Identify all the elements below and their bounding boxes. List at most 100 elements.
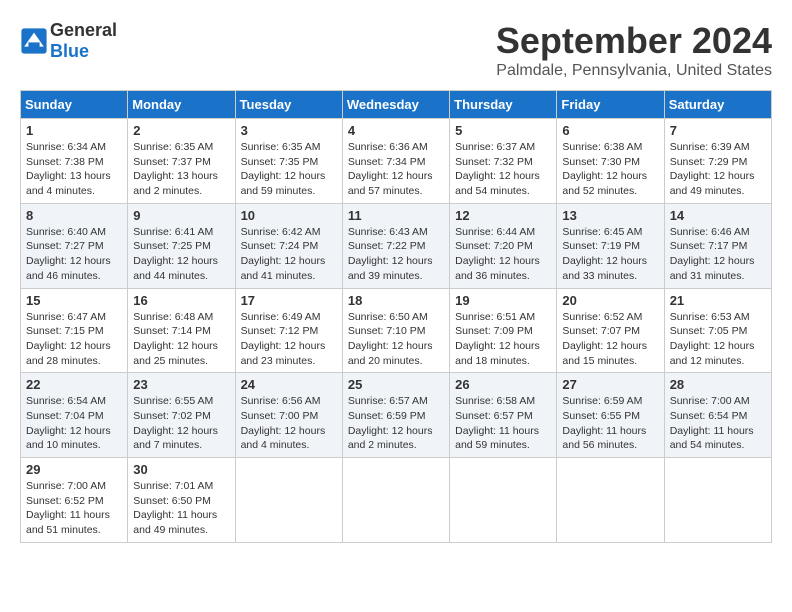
calendar-cell: 3 Sunrise: 6:35 AM Sunset: 7:35 PM Dayli… xyxy=(235,119,342,204)
day-number: 17 xyxy=(241,293,337,308)
weekday-header-thursday: Thursday xyxy=(450,91,557,119)
day-info: Sunrise: 6:39 AM Sunset: 7:29 PM Dayligh… xyxy=(670,140,766,199)
calendar-cell: 11 Sunrise: 6:43 AM Sunset: 7:22 PM Dayl… xyxy=(342,203,449,288)
day-info: Sunrise: 6:37 AM Sunset: 7:32 PM Dayligh… xyxy=(455,140,551,199)
calendar-cell xyxy=(450,458,557,543)
day-info: Sunrise: 6:48 AM Sunset: 7:14 PM Dayligh… xyxy=(133,310,229,369)
day-number: 25 xyxy=(348,377,444,392)
day-info: Sunrise: 6:55 AM Sunset: 7:02 PM Dayligh… xyxy=(133,394,229,453)
day-info: Sunrise: 6:35 AM Sunset: 7:37 PM Dayligh… xyxy=(133,140,229,199)
calendar-week-1: 1 Sunrise: 6:34 AM Sunset: 7:38 PM Dayli… xyxy=(21,119,772,204)
day-number: 3 xyxy=(241,123,337,138)
calendar-cell: 21 Sunrise: 6:53 AM Sunset: 7:05 PM Dayl… xyxy=(664,288,771,373)
day-info: Sunrise: 6:46 AM Sunset: 7:17 PM Dayligh… xyxy=(670,225,766,284)
calendar-cell xyxy=(557,458,664,543)
day-number: 24 xyxy=(241,377,337,392)
day-info: Sunrise: 6:57 AM Sunset: 6:59 PM Dayligh… xyxy=(348,394,444,453)
day-number: 1 xyxy=(26,123,122,138)
logo-icon xyxy=(20,27,48,55)
location-subtitle: Palmdale, Pennsylvania, United States xyxy=(496,62,772,80)
day-info: Sunrise: 6:42 AM Sunset: 7:24 PM Dayligh… xyxy=(241,225,337,284)
day-info: Sunrise: 6:40 AM Sunset: 7:27 PM Dayligh… xyxy=(26,225,122,284)
day-number: 7 xyxy=(670,123,766,138)
day-info: Sunrise: 6:41 AM Sunset: 7:25 PM Dayligh… xyxy=(133,225,229,284)
day-number: 2 xyxy=(133,123,229,138)
calendar-cell: 5 Sunrise: 6:37 AM Sunset: 7:32 PM Dayli… xyxy=(450,119,557,204)
calendar-cell: 6 Sunrise: 6:38 AM Sunset: 7:30 PM Dayli… xyxy=(557,119,664,204)
day-number: 20 xyxy=(562,293,658,308)
day-number: 21 xyxy=(670,293,766,308)
day-info: Sunrise: 7:01 AM Sunset: 6:50 PM Dayligh… xyxy=(133,479,229,538)
day-info: Sunrise: 6:49 AM Sunset: 7:12 PM Dayligh… xyxy=(241,310,337,369)
day-info: Sunrise: 6:58 AM Sunset: 6:57 PM Dayligh… xyxy=(455,394,551,453)
day-info: Sunrise: 6:56 AM Sunset: 7:00 PM Dayligh… xyxy=(241,394,337,453)
calendar-week-3: 15 Sunrise: 6:47 AM Sunset: 7:15 PM Dayl… xyxy=(21,288,772,373)
calendar-week-5: 29 Sunrise: 7:00 AM Sunset: 6:52 PM Dayl… xyxy=(21,458,772,543)
calendar-cell: 17 Sunrise: 6:49 AM Sunset: 7:12 PM Dayl… xyxy=(235,288,342,373)
calendar-cell: 25 Sunrise: 6:57 AM Sunset: 6:59 PM Dayl… xyxy=(342,373,449,458)
calendar-body: 1 Sunrise: 6:34 AM Sunset: 7:38 PM Dayli… xyxy=(21,119,772,543)
day-number: 18 xyxy=(348,293,444,308)
day-number: 12 xyxy=(455,208,551,223)
page-header: General Blue September 2024 Palmdale, Pe… xyxy=(20,20,772,80)
calendar-cell: 10 Sunrise: 6:42 AM Sunset: 7:24 PM Dayl… xyxy=(235,203,342,288)
day-info: Sunrise: 6:47 AM Sunset: 7:15 PM Dayligh… xyxy=(26,310,122,369)
weekday-header-monday: Monday xyxy=(128,91,235,119)
day-info: Sunrise: 6:34 AM Sunset: 7:38 PM Dayligh… xyxy=(26,140,122,199)
day-number: 4 xyxy=(348,123,444,138)
calendar-cell xyxy=(342,458,449,543)
calendar-cell: 2 Sunrise: 6:35 AM Sunset: 7:37 PM Dayli… xyxy=(128,119,235,204)
day-info: Sunrise: 6:51 AM Sunset: 7:09 PM Dayligh… xyxy=(455,310,551,369)
day-number: 9 xyxy=(133,208,229,223)
day-number: 8 xyxy=(26,208,122,223)
weekday-header-saturday: Saturday xyxy=(664,91,771,119)
day-number: 22 xyxy=(26,377,122,392)
day-info: Sunrise: 6:53 AM Sunset: 7:05 PM Dayligh… xyxy=(670,310,766,369)
day-info: Sunrise: 7:00 AM Sunset: 6:54 PM Dayligh… xyxy=(670,394,766,453)
day-number: 23 xyxy=(133,377,229,392)
day-info: Sunrise: 6:59 AM Sunset: 6:55 PM Dayligh… xyxy=(562,394,658,453)
day-number: 5 xyxy=(455,123,551,138)
day-number: 28 xyxy=(670,377,766,392)
month-year-title: September 2024 xyxy=(496,20,772,62)
day-number: 13 xyxy=(562,208,658,223)
calendar-cell xyxy=(664,458,771,543)
weekday-header-sunday: Sunday xyxy=(21,91,128,119)
calendar-cell: 24 Sunrise: 6:56 AM Sunset: 7:00 PM Dayl… xyxy=(235,373,342,458)
day-info: Sunrise: 6:45 AM Sunset: 7:19 PM Dayligh… xyxy=(562,225,658,284)
day-info: Sunrise: 6:54 AM Sunset: 7:04 PM Dayligh… xyxy=(26,394,122,453)
calendar-week-4: 22 Sunrise: 6:54 AM Sunset: 7:04 PM Dayl… xyxy=(21,373,772,458)
day-number: 19 xyxy=(455,293,551,308)
day-info: Sunrise: 6:44 AM Sunset: 7:20 PM Dayligh… xyxy=(455,225,551,284)
day-number: 10 xyxy=(241,208,337,223)
calendar-table: SundayMondayTuesdayWednesdayThursdayFrid… xyxy=(20,90,772,543)
day-number: 27 xyxy=(562,377,658,392)
calendar-cell: 28 Sunrise: 7:00 AM Sunset: 6:54 PM Dayl… xyxy=(664,373,771,458)
calendar-cell: 13 Sunrise: 6:45 AM Sunset: 7:19 PM Dayl… xyxy=(557,203,664,288)
calendar-cell xyxy=(235,458,342,543)
day-number: 26 xyxy=(455,377,551,392)
calendar-cell: 7 Sunrise: 6:39 AM Sunset: 7:29 PM Dayli… xyxy=(664,119,771,204)
calendar-cell: 1 Sunrise: 6:34 AM Sunset: 7:38 PM Dayli… xyxy=(21,119,128,204)
title-block: September 2024 Palmdale, Pennsylvania, U… xyxy=(496,20,772,80)
calendar-cell: 20 Sunrise: 6:52 AM Sunset: 7:07 PM Dayl… xyxy=(557,288,664,373)
calendar-cell: 4 Sunrise: 6:36 AM Sunset: 7:34 PM Dayli… xyxy=(342,119,449,204)
weekday-header-wednesday: Wednesday xyxy=(342,91,449,119)
calendar-cell: 14 Sunrise: 6:46 AM Sunset: 7:17 PM Dayl… xyxy=(664,203,771,288)
day-number: 30 xyxy=(133,462,229,477)
day-info: Sunrise: 6:52 AM Sunset: 7:07 PM Dayligh… xyxy=(562,310,658,369)
day-info: Sunrise: 6:38 AM Sunset: 7:30 PM Dayligh… xyxy=(562,140,658,199)
calendar-cell: 22 Sunrise: 6:54 AM Sunset: 7:04 PM Dayl… xyxy=(21,373,128,458)
logo-text: General Blue xyxy=(50,20,117,62)
logo: General Blue xyxy=(20,20,117,62)
day-number: 15 xyxy=(26,293,122,308)
day-info: Sunrise: 6:35 AM Sunset: 7:35 PM Dayligh… xyxy=(241,140,337,199)
calendar-cell: 26 Sunrise: 6:58 AM Sunset: 6:57 PM Dayl… xyxy=(450,373,557,458)
day-number: 14 xyxy=(670,208,766,223)
day-number: 6 xyxy=(562,123,658,138)
day-number: 11 xyxy=(348,208,444,223)
weekday-header-tuesday: Tuesday xyxy=(235,91,342,119)
day-info: Sunrise: 7:00 AM Sunset: 6:52 PM Dayligh… xyxy=(26,479,122,538)
day-number: 29 xyxy=(26,462,122,477)
calendar-cell: 19 Sunrise: 6:51 AM Sunset: 7:09 PM Dayl… xyxy=(450,288,557,373)
